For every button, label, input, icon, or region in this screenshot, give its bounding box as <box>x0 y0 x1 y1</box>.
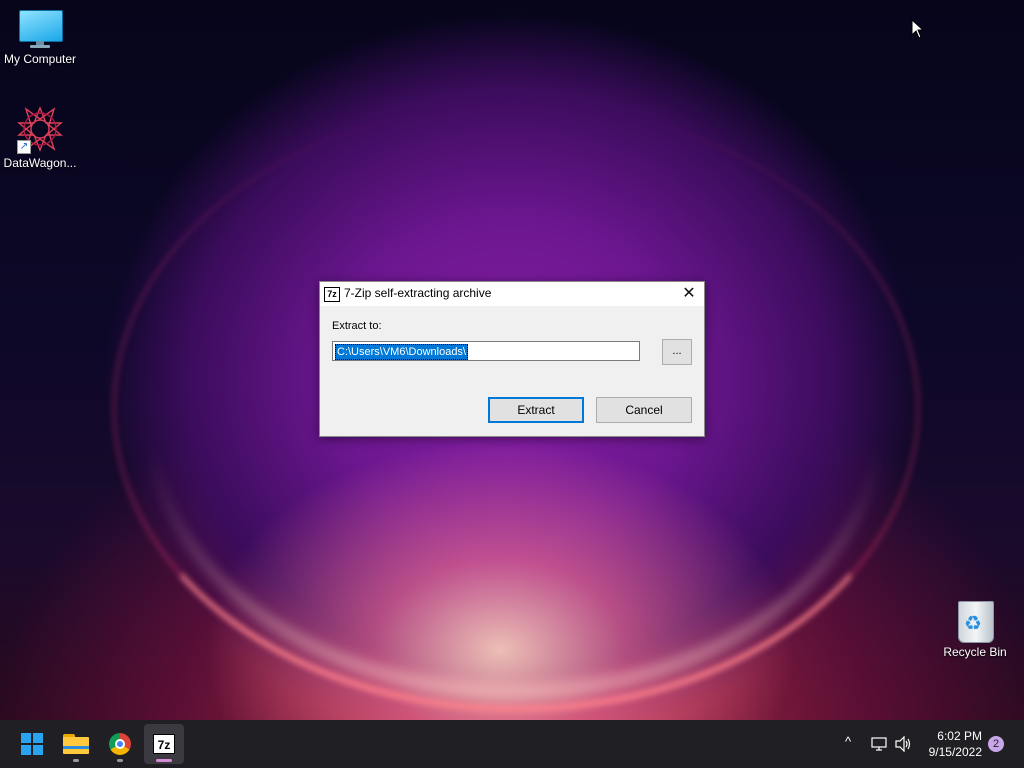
browse-button[interactable]: ... <box>662 339 692 365</box>
notification-badge[interactable]: 2 <box>988 736 1004 752</box>
file-explorer-icon <box>63 734 89 754</box>
sfx-dialog: 7z 7-Zip self-extracting archive ✕ Extra… <box>319 281 705 437</box>
desktop-icon-datawagon[interactable]: ↗ DataWagon... <box>0 106 80 170</box>
running-indicator <box>117 759 123 762</box>
taskbar-chrome[interactable] <box>100 724 140 764</box>
desktop-icon-my-computer[interactable]: My Computer <box>0 10 80 66</box>
shortcut-arrow-icon: ↗ <box>17 140 31 154</box>
windows-start-icon <box>21 733 43 755</box>
dialog-title: 7-Zip self-extracting archive <box>344 286 492 300</box>
7zip-icon: 7z <box>153 734 175 754</box>
volume-icon[interactable] <box>895 736 913 752</box>
taskbar-file-explorer[interactable] <box>56 724 96 764</box>
desktop-icon-label: Recycle Bin <box>943 645 1007 659</box>
extract-button[interactable]: Extract <box>488 397 584 423</box>
active-indicator <box>156 759 172 762</box>
extract-to-label: Extract to: <box>332 320 382 332</box>
network-icon[interactable] <box>871 736 889 752</box>
cancel-button[interactable]: Cancel <box>596 397 692 423</box>
taskbar-clock[interactable]: 6:02 PM 9/15/2022 <box>929 728 982 760</box>
clock-time: 6:02 PM <box>937 729 982 743</box>
datawagon-icon: ↗ <box>17 106 63 154</box>
desktop-icon-recycle-bin[interactable]: ♻ Recycle Bin <box>935 597 1015 659</box>
7zip-app-icon: 7z <box>324 287 340 302</box>
extract-path-input[interactable]: C:\Users\VM6\Downloads\ <box>332 341 640 361</box>
running-indicator <box>73 759 79 762</box>
desktop-icon-label: DataWagon... <box>3 156 77 170</box>
monitor-icon <box>19 10 63 48</box>
desktop-icon-label: My Computer <box>3 52 77 66</box>
dialog-titlebar[interactable]: 7z 7-Zip self-extracting archive ✕ <box>320 282 704 306</box>
taskbar: 7z ^ 6:02 PM 9/15/2022 2 <box>0 720 1024 768</box>
clock-date: 9/15/2022 <box>928 745 982 759</box>
mouse-cursor-icon <box>911 19 925 39</box>
show-hidden-icons-chevron-icon[interactable]: ^ <box>845 734 851 749</box>
chrome-icon <box>109 733 131 755</box>
start-button[interactable] <box>12 724 52 764</box>
taskbar-7zip[interactable]: 7z <box>144 724 184 764</box>
recycle-bin-icon: ♻ <box>955 597 995 643</box>
close-button[interactable]: ✕ <box>674 282 704 306</box>
extract-path-value: C:\Users\VM6\Downloads\ <box>335 344 468 360</box>
